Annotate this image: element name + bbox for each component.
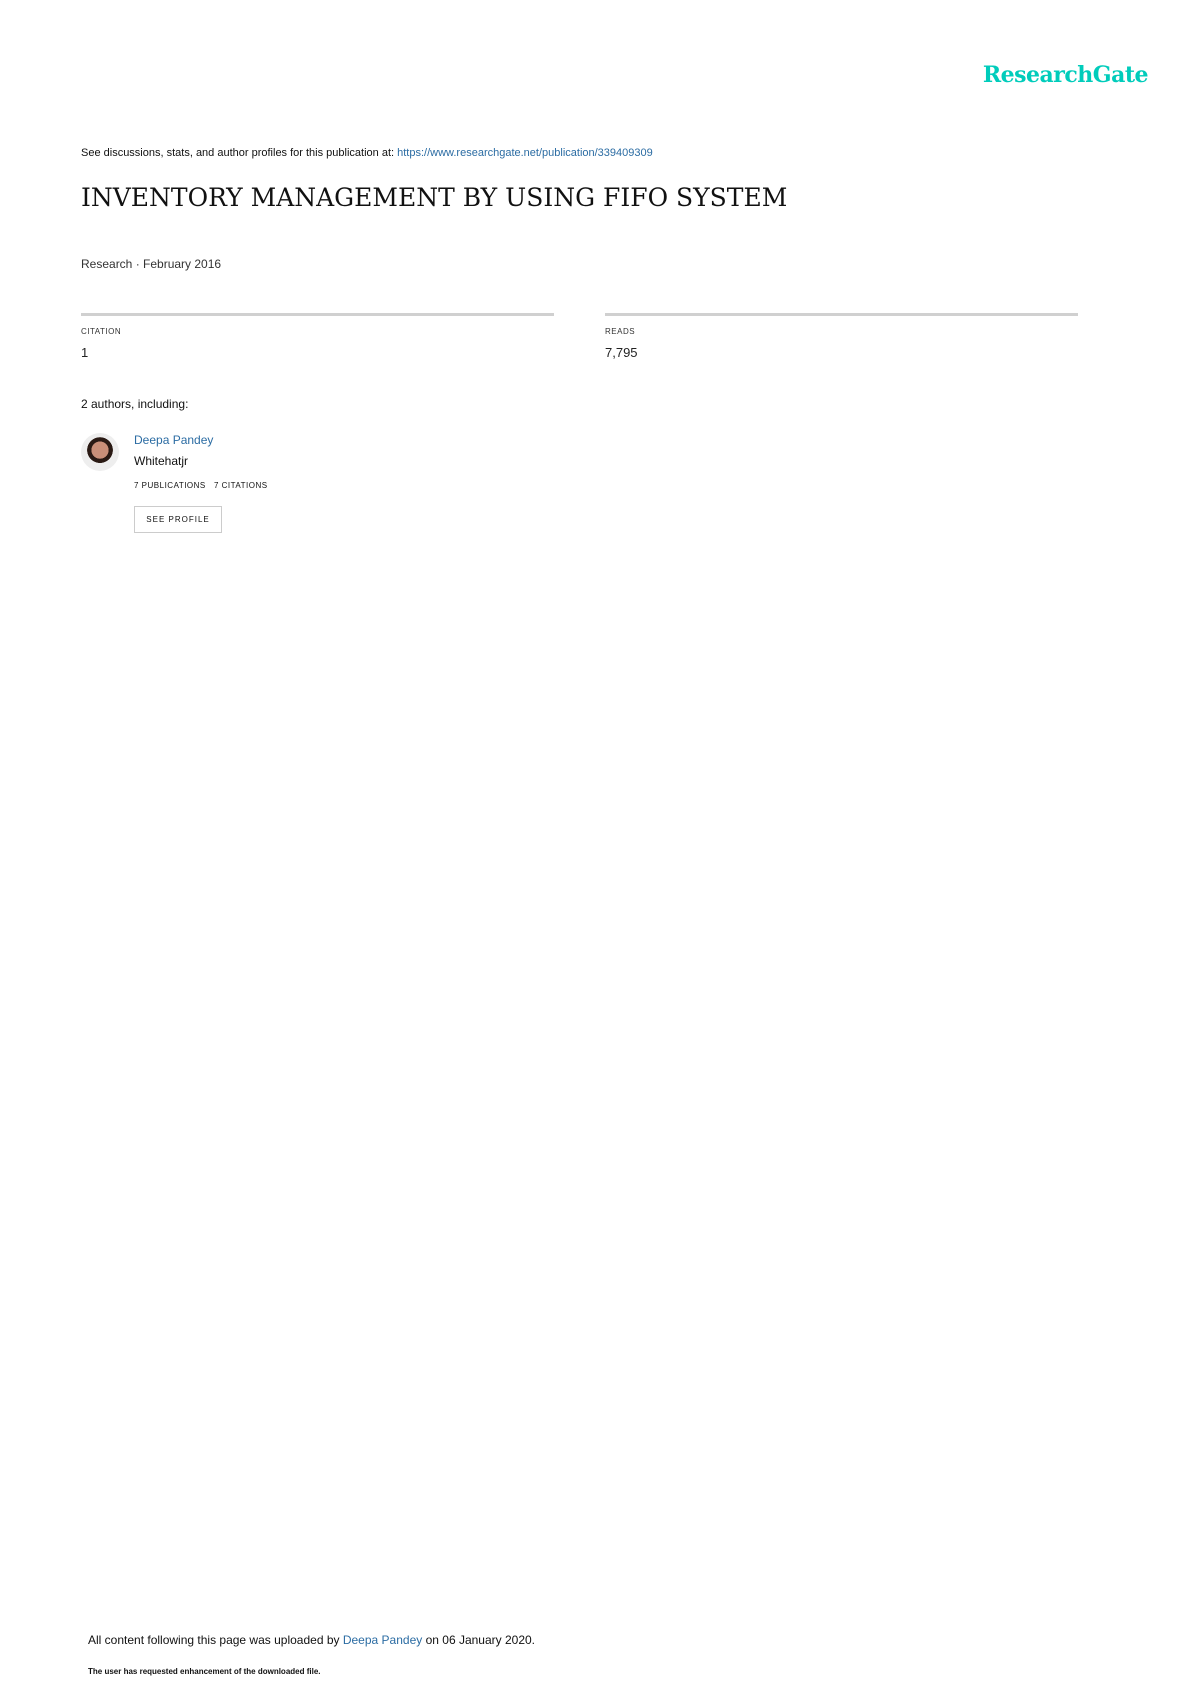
- enhancement-note: The user has requested enhancement of th…: [88, 1667, 321, 1676]
- author-publications: 7 PUBLICATIONS: [134, 481, 206, 490]
- divider: [81, 313, 554, 316]
- author-avatar[interactable]: [81, 433, 119, 471]
- author-stats: 7 PUBLICATIONS 7 CITATIONS: [134, 481, 268, 490]
- publication-type-date: Research · February 2016: [81, 257, 222, 271]
- author-affiliation: Whitehatjr: [134, 454, 189, 468]
- see-discussions-line: See discussions, stats, and author profi…: [81, 147, 653, 159]
- author-citations: 7 CITATIONS: [213, 481, 268, 490]
- see-text: See discussions, stats, and author profi…: [81, 147, 398, 159]
- citation-count: 1: [81, 345, 89, 360]
- divider: [605, 313, 1078, 316]
- uploader-link[interactable]: Deepa Pandey: [343, 1633, 422, 1647]
- reads-count: 7,795: [605, 345, 638, 360]
- see-profile-button[interactable]: SEE PROFILE: [134, 506, 222, 533]
- upload-note: All content following this page was uplo…: [88, 1633, 535, 1647]
- author-name-link[interactable]: Deepa Pandey: [134, 433, 213, 447]
- citation-label: CITATION: [81, 327, 122, 336]
- publication-link[interactable]: https://www.researchgate.net/publication…: [397, 147, 653, 159]
- upload-suffix: on 06 January 2020.: [422, 1633, 536, 1647]
- reads-label: READS: [605, 327, 636, 336]
- cover-page: ResearchGate See discussions, stats, and…: [0, 0, 1200, 1697]
- authors-heading: 2 authors, including:: [81, 397, 189, 411]
- publication-title: INVENTORY MANAGEMENT BY USING FIFO SYSTE…: [81, 183, 788, 212]
- upload-prefix: All content following this page was uplo…: [88, 1633, 343, 1647]
- researchgate-logo[interactable]: ResearchGate: [983, 62, 1149, 88]
